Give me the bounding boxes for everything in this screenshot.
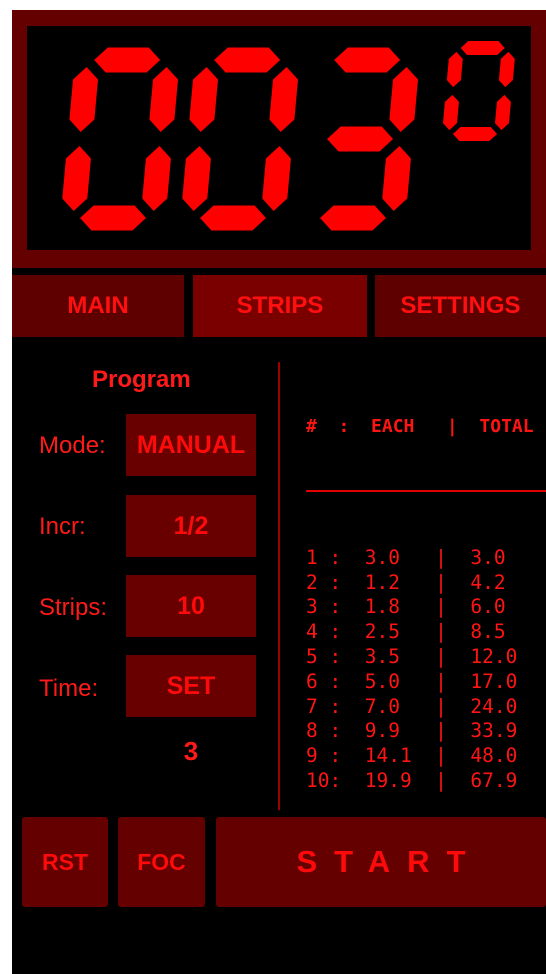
led-segment xyxy=(80,205,146,231)
table-body: 1 : 3.0 | 3.0 2 : 1.2 | 4.2 3 : 1.8 | 6.0 4… xyxy=(306,546,546,794)
led-segment xyxy=(69,67,98,132)
row-each: 7.0 xyxy=(364,694,412,718)
led-superscript-digit xyxy=(443,41,515,141)
led-segment xyxy=(382,146,411,211)
led-segment xyxy=(189,67,218,132)
led-segment xyxy=(62,146,91,211)
tab-main[interactable]: MAIN xyxy=(12,275,184,337)
focus-button[interactable]: FOC xyxy=(118,817,205,907)
led-segment xyxy=(452,127,498,141)
led-display xyxy=(12,10,546,268)
program-title: Program xyxy=(92,366,191,393)
tab-strips[interactable]: STRIPS xyxy=(193,275,367,337)
table-row: 5 : 3.5 | 12.0 xyxy=(306,644,518,668)
table-header: # : EACH | TOTAL xyxy=(306,415,534,437)
led-segment xyxy=(149,67,178,132)
strips-button[interactable]: 10 xyxy=(126,575,256,637)
start-button[interactable]: START xyxy=(216,817,546,907)
reset-button[interactable]: RST xyxy=(22,817,108,907)
row-total: 3.0 xyxy=(470,545,506,569)
time-set-button[interactable]: SET xyxy=(126,655,256,717)
table-row: 1 : 3.0 | 3.0 xyxy=(306,545,506,569)
table-row: 4 : 2.5 | 8.5 xyxy=(306,620,506,644)
row-total: 17.0 xyxy=(470,669,518,693)
mode-button[interactable]: MANUAL xyxy=(126,414,256,476)
row-total: 67.9 xyxy=(470,768,518,792)
row-number: 3 xyxy=(306,595,330,619)
row-each: 2.5 xyxy=(364,620,412,644)
row-each: 14.1 xyxy=(364,744,412,768)
row-total: 12.0 xyxy=(470,644,518,668)
row-each: 5.0 xyxy=(364,669,412,693)
led-segment xyxy=(443,94,459,131)
led-segment xyxy=(142,146,171,211)
row-total: 8.5 xyxy=(470,620,506,644)
row-each: 3.0 xyxy=(364,545,412,569)
timer-value: 3 xyxy=(183,736,199,766)
tab-settings[interactable]: SETTINGS xyxy=(375,275,546,337)
row-number: 1 xyxy=(306,545,330,569)
row-each: 1.8 xyxy=(364,595,412,619)
led-segment xyxy=(269,67,298,132)
led-segment xyxy=(327,126,394,152)
led-segment xyxy=(94,47,161,73)
led-segment xyxy=(262,146,291,211)
table-header-rule xyxy=(306,490,546,493)
led-segment xyxy=(495,94,511,131)
app-screen: MAIN STRIPS SETTINGS Program Mode: MANUA… xyxy=(12,10,546,974)
row-each: 3.5 xyxy=(364,644,412,668)
strips-label: Strips: xyxy=(39,594,108,621)
led-digit-2 xyxy=(182,47,298,231)
row-number: 5 xyxy=(306,644,330,668)
row-total: 4.2 xyxy=(470,570,506,594)
row-total: 6.0 xyxy=(470,595,506,619)
led-digits xyxy=(62,41,515,231)
row-total: 24.0 xyxy=(470,694,518,718)
incr-button[interactable]: 1/2 xyxy=(126,495,256,557)
row-number: 9 xyxy=(306,744,330,768)
time-label: Time: xyxy=(39,675,99,702)
strips-table: # : EACH | TOTAL 1 : 3.0 | 3.0 2 : 1.2 | … xyxy=(306,366,546,843)
row-each: 1.2 xyxy=(364,570,412,594)
row-total: 48.0 xyxy=(470,744,518,768)
row-each: 9.9 xyxy=(364,719,412,743)
table-row: 8 : 9.9 | 33.9 xyxy=(306,719,518,743)
row-each: 19.9 xyxy=(364,768,412,792)
row-number: 10 xyxy=(306,768,330,792)
table-row: 6 : 5.0 | 17.0 xyxy=(306,669,518,693)
row-number: 4 xyxy=(306,620,330,644)
led-segment xyxy=(182,146,211,211)
led-segment xyxy=(320,205,386,231)
column-divider xyxy=(278,362,280,810)
incr-label: Incr: xyxy=(39,513,86,540)
table-row: 2 : 1.2 | 4.2 xyxy=(306,570,506,594)
table-row: 3 : 1.8 | 6.0 xyxy=(306,595,506,619)
led-segment xyxy=(334,47,401,73)
row-number: 6 xyxy=(306,669,330,693)
mode-label: Mode: xyxy=(39,432,106,459)
led-segment xyxy=(446,51,463,88)
table-row: 7 : 7.0 | 24.0 xyxy=(306,694,518,718)
table-row: 9 : 14.1 | 48.0 xyxy=(306,744,518,768)
led-segment xyxy=(460,41,505,55)
led-digit-1 xyxy=(62,47,178,231)
table-row: 10: 19.9 | 67.9 xyxy=(306,768,518,792)
row-total: 33.9 xyxy=(470,719,518,743)
led-segment xyxy=(214,47,281,73)
led-segment xyxy=(200,205,266,231)
row-number: 8 xyxy=(306,719,330,743)
led-display-panel xyxy=(27,26,531,250)
led-segment xyxy=(498,51,515,88)
led-digit-3 xyxy=(320,47,418,231)
row-number: 7 xyxy=(306,694,330,718)
row-number: 2 xyxy=(306,570,330,594)
led-segment xyxy=(389,67,418,132)
